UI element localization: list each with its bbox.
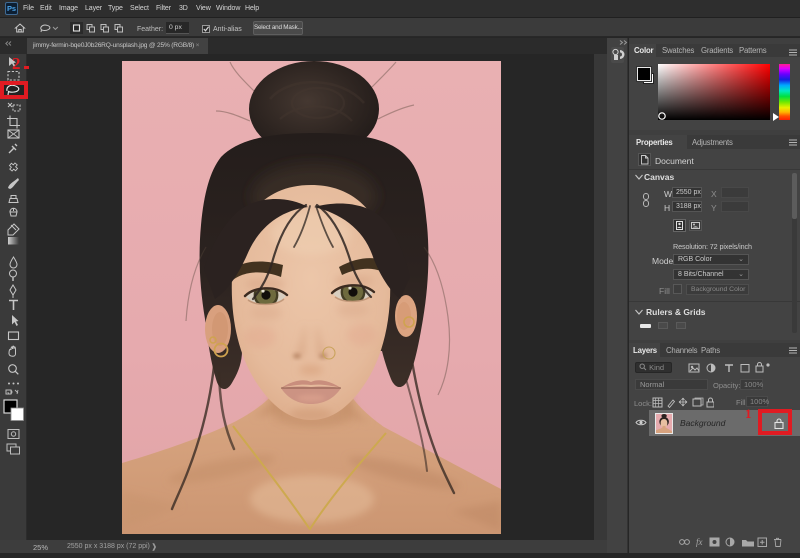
svg-text:fx: fx bbox=[696, 537, 703, 547]
